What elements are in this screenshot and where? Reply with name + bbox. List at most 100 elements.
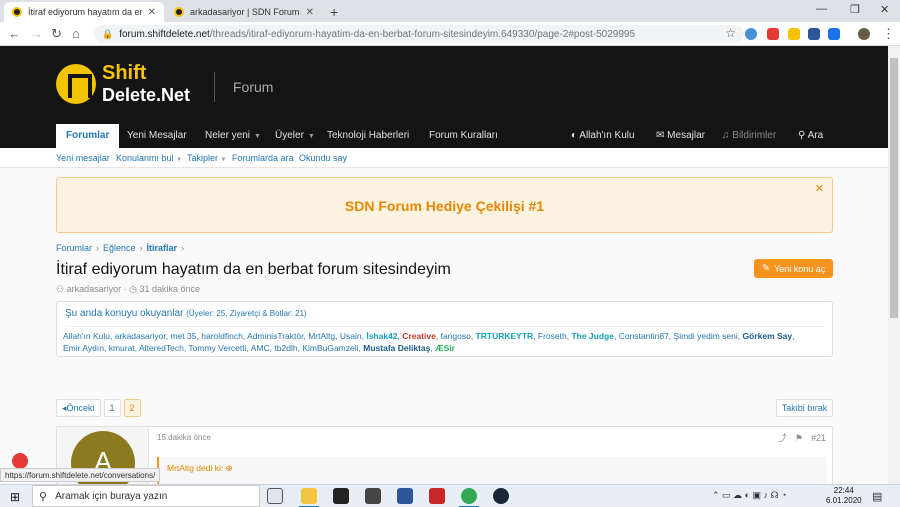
- viewer-link[interactable]: AdminisTraktör: [247, 331, 303, 341]
- viewer-link[interactable]: MrtAltg: [308, 331, 335, 341]
- nav-tab-neler-yeni[interactable]: Neler yeni ▼: [205, 124, 261, 148]
- viewer-link[interactable]: Creative: [402, 331, 436, 341]
- viewer-link[interactable]: ÆSir: [435, 343, 455, 353]
- nav-label: Neler yeni: [205, 130, 251, 141]
- chrome-icon[interactable]: [459, 488, 479, 507]
- viewer-link[interactable]: tb2dlh: [274, 343, 297, 353]
- chevron-right-icon: ›: [139, 243, 143, 253]
- extension-icon[interactable]: [767, 28, 779, 40]
- home-icon[interactable]: ⌂: [72, 26, 80, 41]
- scrollbar-thumb[interactable]: [890, 58, 898, 318]
- tab-close-icon[interactable]: ✕: [148, 7, 156, 18]
- post-time[interactable]: 15 dakika önce: [157, 433, 211, 442]
- unwatch-button[interactable]: Takibi bırak: [776, 399, 833, 417]
- maximize-icon[interactable]: ❐: [850, 3, 860, 16]
- taskbar-search-input[interactable]: ⚲ Aramak için buraya yazın: [32, 485, 260, 507]
- nav-tab-uyeler[interactable]: Üyeler ▼: [275, 124, 315, 148]
- minimize-icon[interactable]: —: [816, 3, 827, 15]
- task-view-icon[interactable]: [267, 488, 283, 504]
- viewer-link[interactable]: The Judge: [571, 331, 614, 341]
- breadcrumb-item[interactable]: Eğlence: [103, 243, 136, 253]
- viewer-link[interactable]: Allah'ın Kulu: [63, 331, 110, 341]
- windows-start-icon[interactable]: ⊞: [10, 490, 20, 504]
- action-center-icon[interactable]: ▤: [872, 490, 882, 503]
- nav-label: Bildirimler: [732, 130, 777, 141]
- browser-tab[interactable]: arkadasariyor | SDN Forum ✕: [166, 2, 322, 22]
- address-bar[interactable]: 🔒 forum.shiftdelete.net /threads/itiraf-…: [94, 25, 744, 43]
- viewers-heading[interactable]: Şu anda konuyu okuyanlar (Üyeler: 25, Zi…: [65, 308, 307, 319]
- store-icon[interactable]: [333, 488, 349, 504]
- share-icon[interactable]: ⤴: [778, 433, 787, 443]
- forward-icon[interactable]: →: [30, 26, 43, 41]
- nav-tab-yeni-mesajlar[interactable]: Yeni Mesajlar: [127, 124, 187, 148]
- quote-author[interactable]: MrtAltg dedi ki: ⊕: [167, 463, 233, 474]
- breadcrumb-item[interactable]: Forumlar: [56, 243, 92, 253]
- profile-avatar-icon[interactable]: [858, 28, 870, 40]
- thread-time[interactable]: 31 dakika önce: [139, 284, 200, 294]
- viewer-link[interactable]: Emir Aydın: [63, 343, 104, 353]
- taskbar-clock[interactable]: 22:44 6.01.2020: [826, 486, 862, 506]
- shiftdelete-logo-icon[interactable]: [56, 64, 96, 104]
- bookmark-icon[interactable]: ⚑: [795, 433, 803, 443]
- viewer-link[interactable]: Mustafa Deliktaş: [363, 343, 430, 353]
- viewer-link[interactable]: Görkem Say: [743, 331, 793, 341]
- logo-text[interactable]: Delete.Net: [102, 85, 190, 106]
- new-tab-button[interactable]: +: [330, 4, 338, 20]
- system-tray[interactable]: ⌃ ▭ ☁ ◐ ▣ ♪ ☊ ◔: [712, 490, 786, 501]
- subnav-okundu-say[interactable]: Okundu say: [299, 153, 347, 163]
- breadcrumb-item[interactable]: İtiraflar: [147, 243, 178, 253]
- viewer-link[interactable]: Froseth: [538, 331, 567, 341]
- app-icon[interactable]: [397, 488, 413, 504]
- reload-icon[interactable]: ↻: [51, 26, 62, 42]
- close-icon[interactable]: ✕: [815, 182, 824, 195]
- nav-tab-forum-kurallari[interactable]: Forum Kuralları: [429, 124, 498, 148]
- nav-alerts[interactable]: ♫ Bildirimler: [722, 124, 776, 148]
- post-number[interactable]: #21: [811, 433, 826, 443]
- page-link[interactable]: 1: [103, 399, 121, 417]
- scrollbar[interactable]: [888, 46, 900, 484]
- viewer-link[interactable]: Şimdi yedim seni: [674, 331, 738, 341]
- viewer-link[interactable]: kmurat: [109, 343, 135, 353]
- extension-icon[interactable]: [808, 28, 820, 40]
- extension-icon[interactable]: [788, 28, 800, 40]
- thread-author[interactable]: arkadasariyor: [67, 284, 122, 294]
- notice-text[interactable]: SDN Forum Hediye Çekilişi #1: [57, 198, 832, 214]
- viewer-link[interactable]: Constantin87: [619, 331, 669, 341]
- viewer-link[interactable]: fangoso: [441, 331, 471, 341]
- steam-icon[interactable]: [493, 488, 509, 504]
- browser-menu-icon[interactable]: ⋮: [882, 26, 895, 42]
- prev-page-button[interactable]: ◂Önceki: [56, 399, 101, 417]
- file-explorer-icon[interactable]: [299, 488, 319, 507]
- mail-icon[interactable]: [365, 488, 381, 504]
- nav-messages[interactable]: ✉ Mesajlar: [656, 124, 705, 148]
- back-icon[interactable]: ←: [8, 26, 21, 41]
- viewer-link[interactable]: Tommy Vercetti: [188, 343, 246, 353]
- new-thread-button[interactable]: ✎ Yeni konu aç: [754, 259, 833, 278]
- viewer-link[interactable]: met 35: [171, 331, 197, 341]
- viewer-link[interactable]: İshak42: [366, 331, 397, 341]
- subnav-takipler[interactable]: Takipler ▼: [187, 153, 226, 163]
- nav-tab-teknoloji-haberleri[interactable]: Teknoloji Haberleri: [327, 124, 409, 148]
- viewer-link[interactable]: haroldfinch: [201, 331, 243, 341]
- viewer-link[interactable]: arkadasariyor: [115, 331, 166, 341]
- extension-icon[interactable]: [745, 28, 757, 40]
- browser-tab-active[interactable]: İtiraf ediyorum hayatım da en be ✕: [4, 2, 164, 22]
- viewer-link[interactable]: KimBuGamzeli: [302, 343, 358, 353]
- viewer-link[interactable]: TRTURKEYTR: [476, 331, 534, 341]
- bookmark-star-icon[interactable]: ☆: [725, 26, 736, 40]
- nav-user-account[interactable]: ◐ Allah'ın Kulu: [571, 124, 635, 148]
- app-icon[interactable]: [429, 488, 445, 504]
- nav-search[interactable]: ⚲ Ara: [798, 124, 823, 148]
- tab-close-icon[interactable]: ✕: [306, 7, 314, 18]
- viewer-link[interactable]: Usain: [340, 331, 362, 341]
- subnav-forumlarda-ara[interactable]: Forumlarda ara: [232, 153, 294, 163]
- subnav-yeni-mesajlar[interactable]: Yeni mesajlar: [56, 153, 110, 163]
- viewer-link[interactable]: AMC: [251, 343, 270, 353]
- viewer-link[interactable]: AlteredTech: [139, 343, 184, 353]
- close-window-icon[interactable]: ✕: [880, 3, 889, 16]
- subnav-konulanmi-bul[interactable]: Konulanmı bul ▼: [116, 153, 182, 163]
- nav-tab-forumlar[interactable]: Forumlar: [56, 124, 120, 148]
- page-link-current[interactable]: 2: [123, 399, 141, 417]
- extension-icon[interactable]: [828, 28, 840, 40]
- logo-text[interactable]: Shift: [102, 62, 146, 85]
